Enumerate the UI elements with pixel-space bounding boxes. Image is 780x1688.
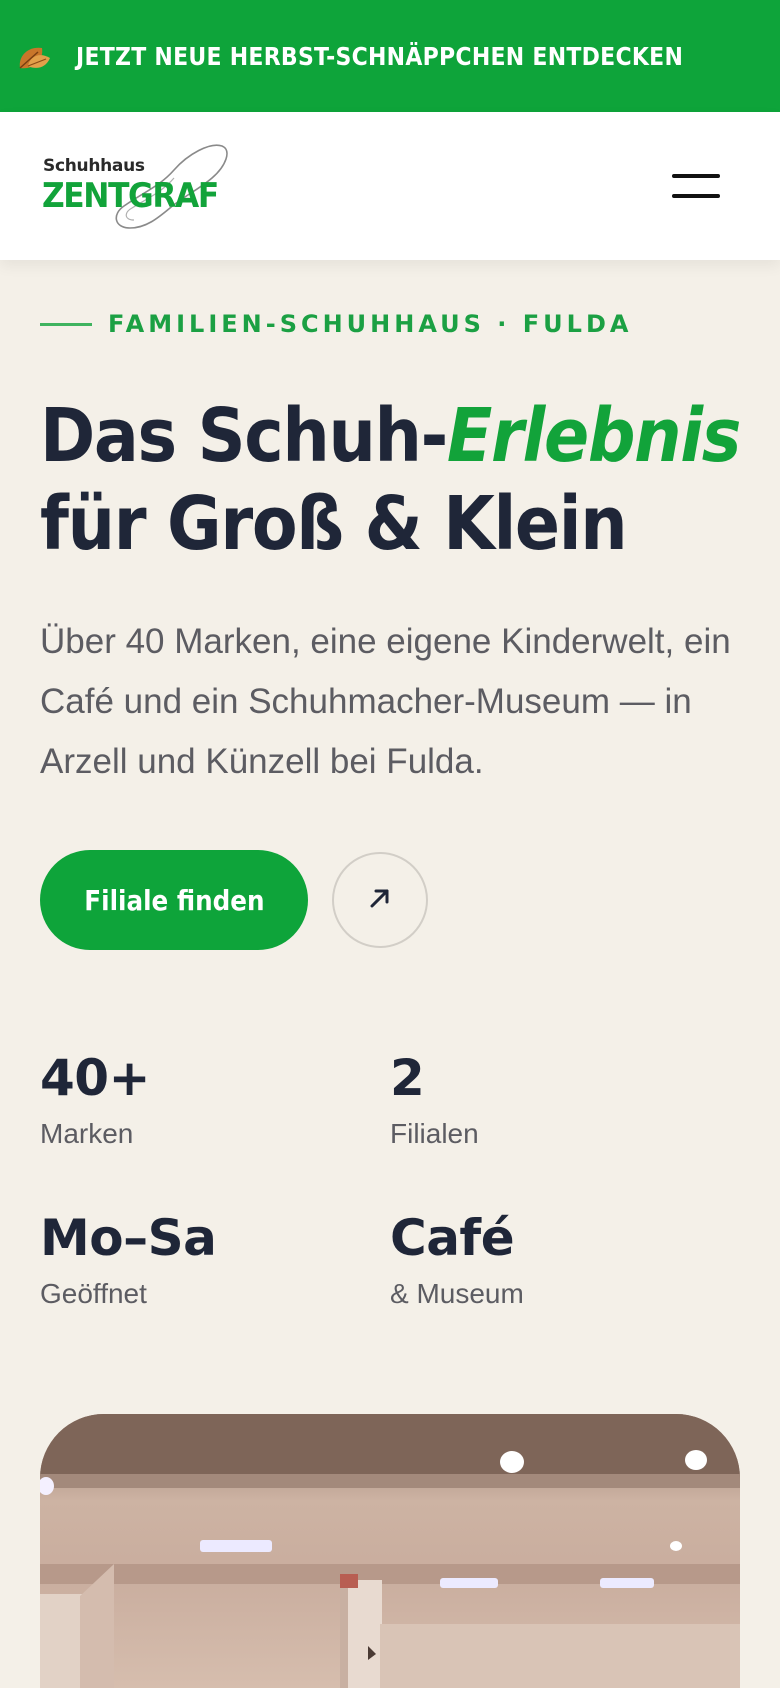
stat-label: Geöffnet — [40, 1278, 147, 1309]
brand-logo[interactable]: Schuhhaus ZENTGRAF — [40, 136, 228, 236]
store-interior-photo — [40, 1414, 740, 1688]
stat-brands: 40+ Marken — [40, 1048, 150, 1150]
menu-button[interactable] — [666, 158, 726, 214]
arrow-up-right-icon — [365, 883, 395, 918]
hero-eyebrow: FAMILIEN-SCHUHHAUS · FULDA — [40, 310, 632, 338]
stat-cafe: Café & Museum — [390, 1208, 524, 1310]
promo-text: JETZT NEUE HERBST-SCHNÄPPCHEN ENTDECKEN — [76, 41, 684, 71]
eyebrow-text: FAMILIEN-SCHUHHAUS · FULDA — [108, 310, 633, 338]
autumn-leaves-icon — [14, 38, 54, 74]
stat-value: 2 — [390, 1049, 425, 1107]
stat-value: Mo–Sa — [40, 1209, 217, 1267]
stat-hours: Mo–Sa Geöffnet — [40, 1208, 217, 1310]
stat-label: Marken — [40, 1118, 134, 1149]
stat-label: Filialen — [390, 1118, 479, 1149]
stat-stores: 2 Filialen — [390, 1048, 479, 1150]
stat-label: & Museum — [390, 1278, 524, 1309]
arrow-link-button[interactable] — [332, 852, 428, 948]
find-store-label: Filiale finden — [83, 883, 265, 917]
headline-part1: Das Schuh- — [40, 393, 448, 479]
site-header: Schuhhaus ZENTGRAF — [0, 112, 780, 260]
hero-headline: Das Schuh-Erlebnis für Groß & Klein — [40, 392, 741, 568]
stat-value: 40+ — [40, 1049, 150, 1107]
stat-value: Café — [390, 1209, 515, 1267]
headline-accent: Erlebnis — [446, 393, 741, 479]
eyebrow-divider — [40, 322, 92, 326]
logo-wordmark-top: Schuhhaus — [43, 156, 145, 176]
hero-intro: Über 40 Marken, eine eigene Kinderwelt, … — [40, 622, 731, 781]
headline-line2: für Groß & Klein — [40, 481, 628, 567]
logo-wordmark-main: ZENTGRAF — [42, 176, 219, 216]
promo-banner[interactable]: JETZT NEUE HERBST-SCHNÄPPCHEN ENTDECKEN — [0, 0, 780, 112]
find-store-button[interactable]: Filiale finden — [40, 850, 308, 950]
